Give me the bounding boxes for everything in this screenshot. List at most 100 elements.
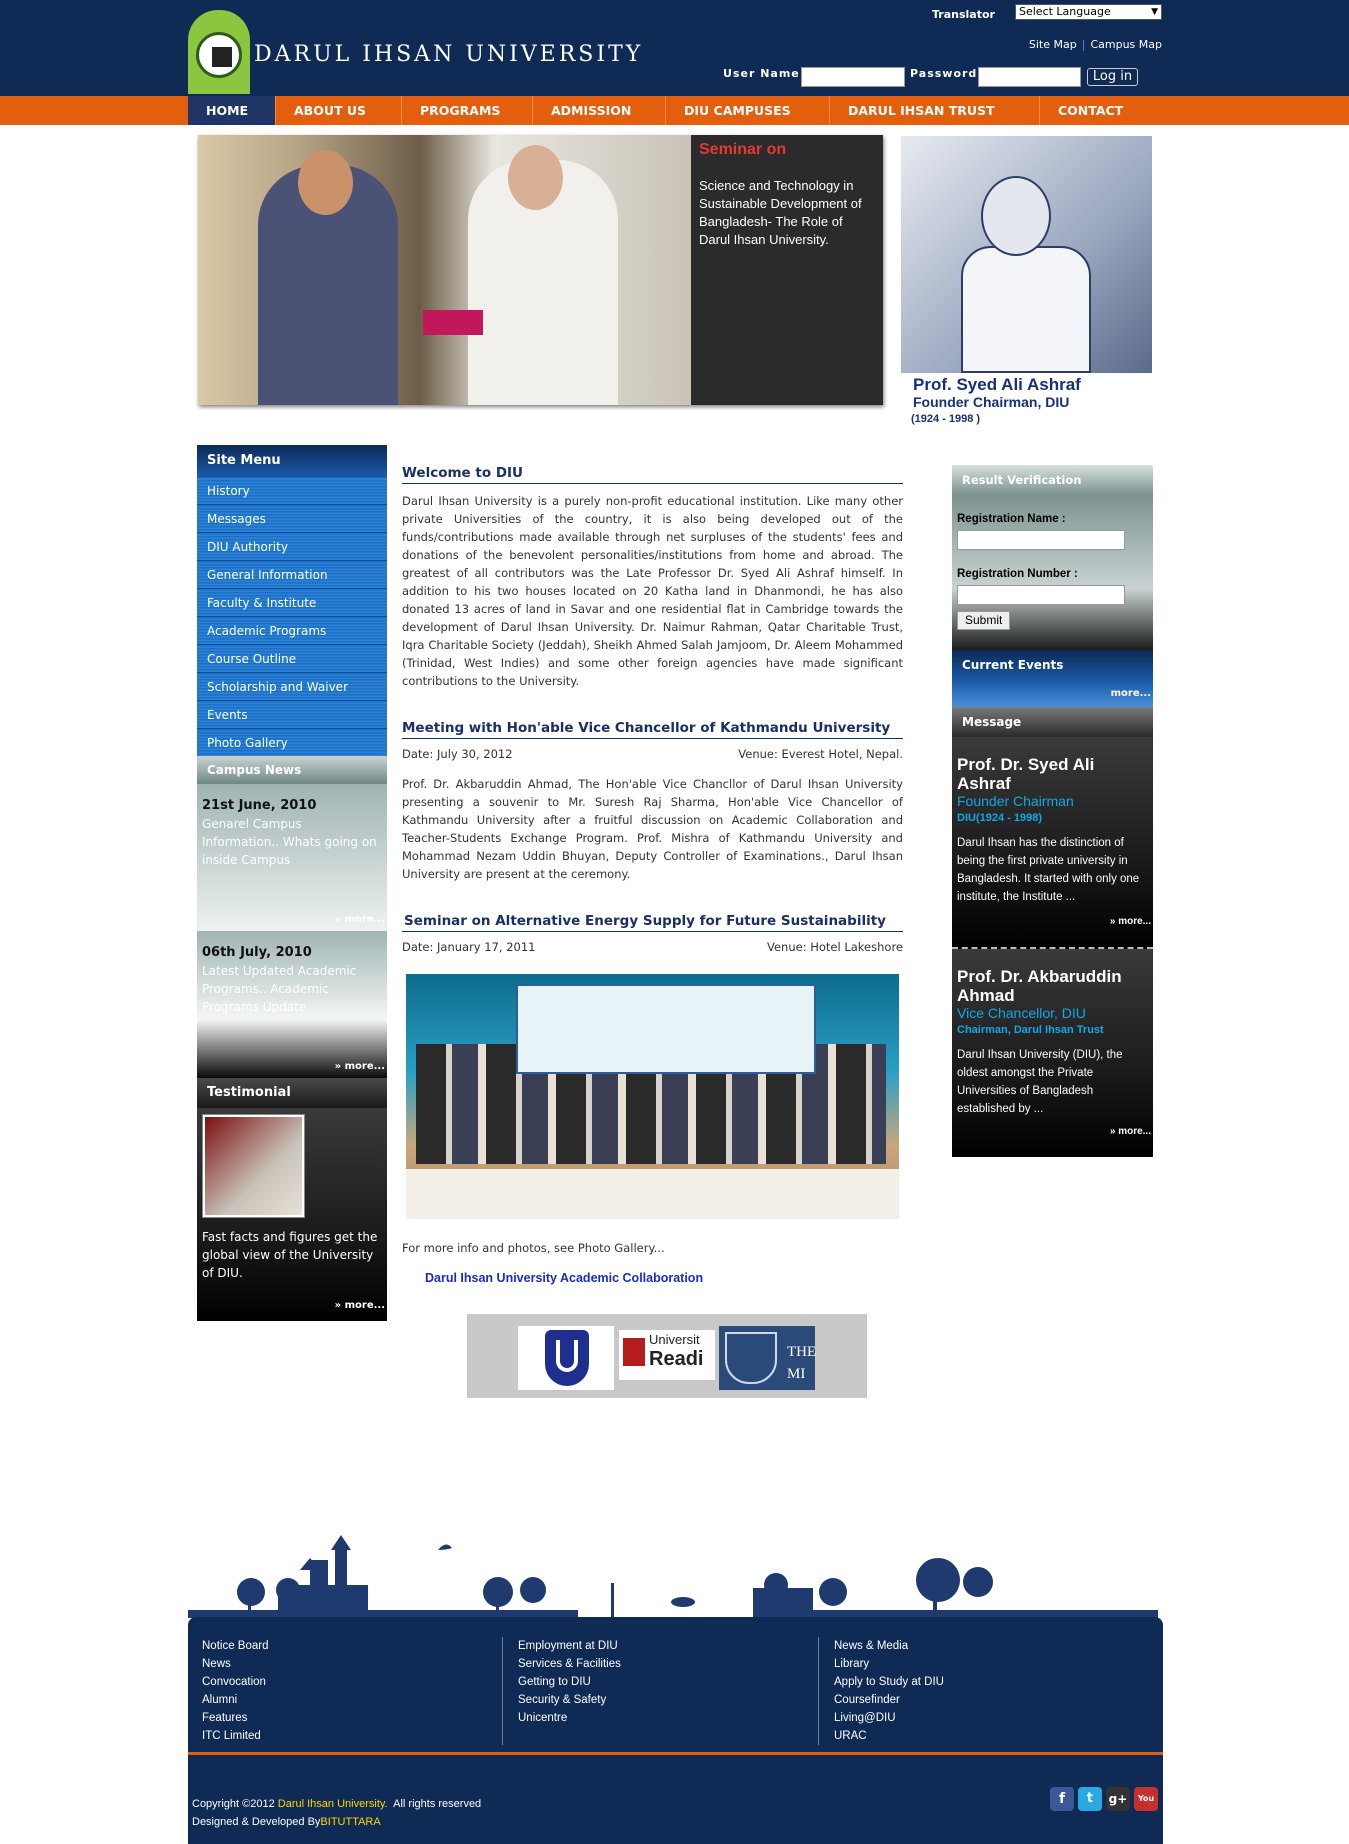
meeting-title[interactable]: Meeting with Hon'able Vice Chancellor of…	[402, 720, 903, 739]
founder-photo	[901, 136, 1152, 373]
language-select[interactable]: Select Language ▼	[1015, 4, 1162, 20]
designed-prefix: Designed & Developed By	[192, 1816, 321, 1828]
message-more-link[interactable]: » more...	[1110, 1126, 1151, 1137]
nav-about-us[interactable]: ABOUT US	[276, 96, 402, 125]
footer-link[interactable]: Coursefinder	[834, 1691, 944, 1709]
university-logo-icon[interactable]	[188, 10, 250, 94]
seminar-date: Date: January 17, 2011	[402, 940, 536, 954]
site-menu-heading: Site Menu	[197, 445, 387, 476]
main-content: Welcome to DIU Darul Ihsan University is…	[402, 465, 903, 1285]
message-role: Founder Chairman	[957, 793, 1074, 809]
campus-map-link[interactable]: Campus Map	[1090, 38, 1162, 51]
partner-logo-u-icon[interactable]	[518, 1326, 614, 1390]
testimonial-heading: Testimonial	[197, 1078, 387, 1108]
nav-contact[interactable]: CONTACT	[1040, 96, 1158, 125]
reg-number-input[interactable]	[957, 585, 1125, 605]
designer-link[interactable]: BITUTTARA	[320, 1816, 380, 1828]
password-input[interactable]	[978, 67, 1081, 87]
copyright-suffix: All rights reserved	[393, 1798, 482, 1810]
hero-photo	[198, 135, 691, 405]
hero-caption: Seminar on Science and Technology in Sus…	[691, 135, 883, 405]
footer-link[interactable]: Living@DIU	[834, 1709, 944, 1727]
footer-link[interactable]: Unicentre	[518, 1709, 621, 1727]
testimonial-image[interactable]	[202, 1114, 305, 1218]
collaboration-logos: Universit Readi THE MI	[467, 1314, 867, 1398]
founder-years: (1924 - 1998 )	[911, 413, 981, 425]
seminar-photo[interactable]	[406, 974, 899, 1219]
sidebar-item-history[interactable]: History	[197, 476, 387, 504]
message-name: Prof. Dr. Syed Ali Ashraf	[957, 755, 1095, 793]
partner-logo-melbourne[interactable]: THE MI	[719, 1326, 816, 1390]
footer-link[interactable]: Alumni	[202, 1691, 268, 1709]
meeting-venue: Venue: Everest Hotel, Nepal.	[738, 747, 903, 761]
footer-link[interactable]: Apply to Study at DIU	[834, 1673, 944, 1691]
news-text: Latest Updated Academic Programs.. Acade…	[202, 964, 357, 1014]
nav-darul-ihsan-trust[interactable]: DARUL IHSAN TRUST	[830, 96, 1040, 125]
current-events-heading: Current Events	[952, 650, 1153, 681]
footer-link[interactable]: Notice Board	[202, 1637, 268, 1655]
founder-title: Founder Chairman, DIU	[913, 394, 1070, 410]
footer-link[interactable]: Services & Facilities	[518, 1655, 621, 1673]
reg-name-input[interactable]	[957, 530, 1125, 550]
city-skyline-illustration	[188, 1535, 1158, 1618]
sidebar-item-events[interactable]: Events	[197, 700, 387, 728]
campus-news-item: 21st June, 2010 Genarel Campus Informati…	[197, 784, 387, 931]
current-events-more-link[interactable]: more...	[952, 681, 1153, 707]
hero-slider[interactable]: Seminar on Science and Technology in Sus…	[198, 135, 883, 405]
news-more-link[interactable]: » more...	[335, 1061, 385, 1072]
sidebar-item-scholarship[interactable]: Scholarship and Waiver	[197, 672, 387, 700]
more-info-text[interactable]: For more info and photos, see Photo Gall…	[402, 1241, 903, 1255]
seminar-title[interactable]: Seminar on Alternative Energy Supply for…	[402, 913, 903, 932]
partner-logo-reading[interactable]: Universit Readi	[619, 1330, 715, 1380]
seminar-meta: Date: January 17, 2011 Venue: Hotel Lake…	[402, 940, 903, 954]
twitter-icon[interactable]: t	[1078, 1787, 1102, 1811]
footer-link[interactable]: Convocation	[202, 1673, 268, 1691]
meeting-meta: Date: July 30, 2012 Venue: Everest Hotel…	[402, 747, 903, 761]
sidebar-item-diu-authority[interactable]: DIU Authority	[197, 532, 387, 560]
site-map-link[interactable]: Site Map	[1029, 38, 1077, 51]
google-plus-icon[interactable]: g+	[1106, 1787, 1130, 1811]
message-more-link[interactable]: » more...	[1110, 916, 1151, 927]
facebook-icon[interactable]: f	[1050, 1787, 1074, 1811]
footer-link[interactable]: Employment at DIU	[518, 1637, 621, 1655]
nav-home[interactable]: HOME	[188, 96, 276, 125]
hero-title: Seminar on	[699, 141, 787, 158]
footer-divider	[818, 1637, 819, 1745]
login-button[interactable]: Log in	[1087, 68, 1138, 86]
footer-link[interactable]: News & Media	[834, 1637, 944, 1655]
seminar-venue: Venue: Hotel Lakeshore	[767, 940, 903, 954]
submit-button[interactable]: Submit	[957, 611, 1011, 630]
partner-logo-text: MI	[787, 1366, 806, 1382]
testimonial-block: Fast facts and figures get the global vi…	[197, 1108, 387, 1321]
message-block: Prof. Dr. Syed Ali Ashraf Founder Chairm…	[952, 737, 1153, 947]
sidebar-item-academic-programs[interactable]: Academic Programs	[197, 616, 387, 644]
news-date: 06th July, 2010	[202, 945, 312, 960]
sidebar-item-course-outline[interactable]: Course Outline	[197, 644, 387, 672]
footer-link[interactable]: ITC Limited	[202, 1727, 268, 1745]
sidebar-item-messages[interactable]: Messages	[197, 504, 387, 532]
message-text: Darul Ihsan has the distinction of being…	[957, 837, 1140, 903]
youtube-icon[interactable]: You	[1134, 1787, 1158, 1811]
sidebar-item-general-information[interactable]: General Information	[197, 560, 387, 588]
site-title[interactable]: DARUL IHSAN UNIVERSITY	[254, 42, 643, 67]
main-nav: HOME ABOUT US PROGRAMS ADMISSION DIU CAM…	[188, 96, 1158, 125]
footer-link[interactable]: Getting to DIU	[518, 1673, 621, 1691]
password-label: Password	[910, 67, 978, 80]
sidebar-item-photo-gallery[interactable]: Photo Gallery	[197, 728, 387, 756]
testimonial-more-link[interactable]: » more...	[335, 1300, 385, 1311]
copyright-link[interactable]: Darul Ihsan University.	[278, 1798, 388, 1810]
nav-admission[interactable]: ADMISSION	[533, 96, 666, 125]
welcome-body: Darul Ihsan University is a purely non-p…	[402, 494, 903, 688]
sidebar-item-faculty-institute[interactable]: Faculty & Institute	[197, 588, 387, 616]
footer-link[interactable]: Security & Safety	[518, 1691, 621, 1709]
footer-link[interactable]: Library	[834, 1655, 944, 1673]
footer-link[interactable]: News	[202, 1655, 268, 1673]
nav-diu-campuses[interactable]: DIU CAMPUSES	[666, 96, 830, 125]
news-more-link[interactable]: » more...	[335, 914, 385, 925]
message-sub: DIU(1924 - 1998)	[957, 812, 1042, 824]
nav-programs[interactable]: PROGRAMS	[402, 96, 533, 125]
testimonial-text: Fast facts and figures get the global vi…	[202, 1230, 378, 1280]
username-input[interactable]	[801, 67, 905, 87]
footer-link[interactable]: Features	[202, 1709, 268, 1727]
footer-link[interactable]: URAC	[834, 1727, 944, 1745]
